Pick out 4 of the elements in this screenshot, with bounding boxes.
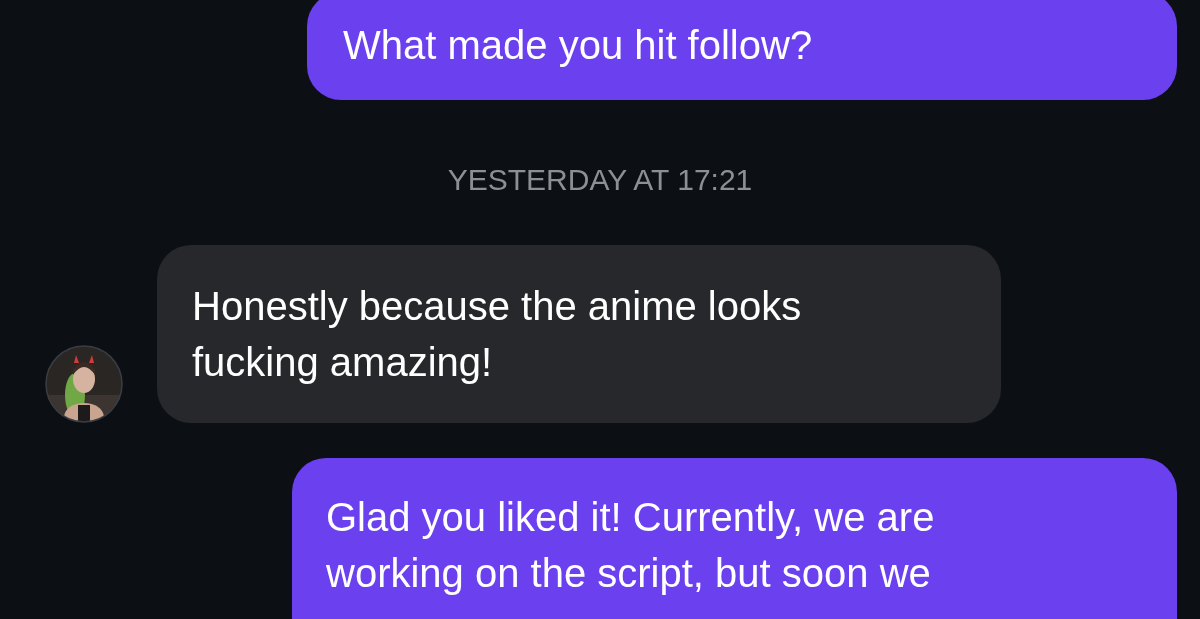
sent-message-bubble: Glad you liked it! Currently, we are working on the script, but soon we (292, 458, 1177, 619)
received-message-bubble: Honestly because the anime looks fucking amazing! (157, 245, 1001, 423)
sent-message-bubble: What made you hit follow? (307, 0, 1177, 100)
message-timestamp: YESTERDAY AT 17:21 (447, 162, 753, 198)
